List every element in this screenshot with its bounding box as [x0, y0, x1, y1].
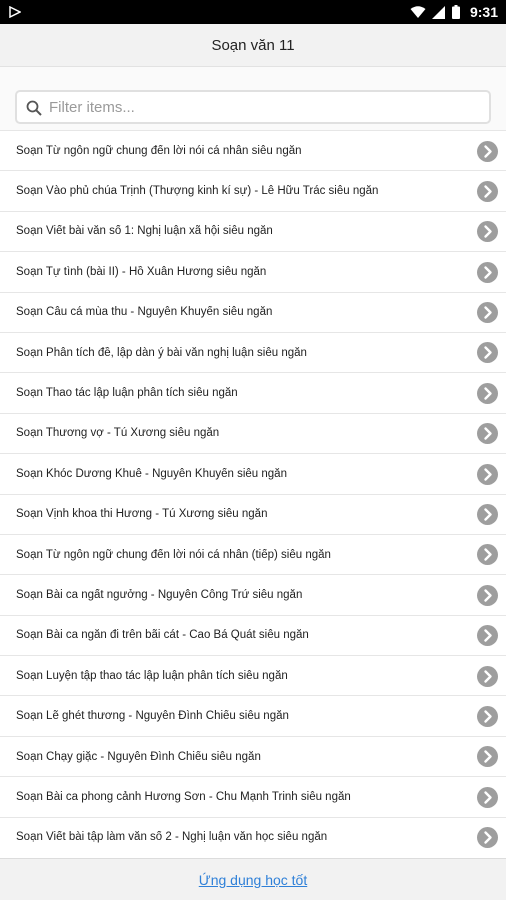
- list-item-label: Soạn Chạy giặc - Nguyễn Đình Chiểu siêu …: [16, 750, 261, 763]
- status-bar: 9:31: [0, 0, 506, 24]
- list-item[interactable]: Soạn Bài ca ngất ngưởng - Nguyễn Công Tr…: [0, 574, 506, 614]
- chevron-right-icon[interactable]: [477, 463, 498, 485]
- chevron-right-icon[interactable]: [477, 382, 498, 404]
- search-input[interactable]: [49, 92, 479, 122]
- list-item-label: Soạn Viết bài văn số 1: Nghị luận xã hội…: [16, 225, 273, 238]
- chevron-right-icon[interactable]: [477, 302, 498, 324]
- chevron-right-icon[interactable]: [477, 261, 498, 283]
- chevron-right-icon[interactable]: [477, 665, 498, 687]
- list-item-label: Soạn Bài ca ngất ngưởng - Nguyễn Công Tr…: [16, 588, 303, 601]
- play-store-icon: [9, 6, 21, 18]
- list-item[interactable]: Soạn Câu cá mùa thu - Nguyễn Khuyến siêu…: [0, 291, 506, 332]
- list-item[interactable]: Soạn Vào phủ chúa Trịnh (Thượng kinh kí …: [0, 170, 506, 210]
- list-item[interactable]: Soạn Viết bài văn số 1: Nghị luận xã hội…: [0, 210, 506, 251]
- search-area: [0, 66, 506, 130]
- list-item-label: Soạn Câu cá mùa thu - Nguyễn Khuyến siêu…: [16, 306, 273, 319]
- chevron-right-icon[interactable]: [477, 827, 498, 849]
- list-item[interactable]: Soạn Từ ngôn ngữ chung đến lời nói cá nh…: [0, 130, 506, 170]
- list-item-label: Soạn Từ ngôn ngữ chung đến lời nói cá nh…: [16, 548, 331, 561]
- footer: Ứng dụng học tốt: [0, 858, 506, 900]
- list-item[interactable]: Soạn Thao tác lập luận phân tích siêu ng…: [0, 372, 506, 412]
- list-item-label: Soạn Tự tình (bài II) - Hồ Xuân Hương si…: [16, 265, 267, 278]
- footer-link[interactable]: Ứng dụng học tốt: [199, 872, 307, 888]
- wifi-icon: [410, 5, 426, 18]
- chevron-right-icon[interactable]: [477, 221, 498, 243]
- list-item[interactable]: Soạn Từ ngôn ngữ chung đến lời nói cá nh…: [0, 533, 506, 574]
- list-item-label: Soạn Phân tích đề, lập dàn ý bài văn ngh…: [16, 346, 307, 359]
- chevron-right-icon[interactable]: [477, 705, 498, 727]
- app-header: Soạn văn 11: [0, 24, 506, 66]
- list-item[interactable]: Soạn Luyện tập thao tác lập luận phân tí…: [0, 655, 506, 695]
- list-item-label: Soạn Bài ca phong cảnh Hương Sơn - Chu M…: [16, 790, 351, 803]
- chevron-right-icon[interactable]: [477, 786, 498, 808]
- list-item-label: Soạn Bài ca ngắn đi trên bãi cát - Cao B…: [16, 629, 309, 642]
- list-item[interactable]: Soạn Bài ca ngắn đi trên bãi cát - Cao B…: [0, 614, 506, 655]
- search-icon: [26, 100, 42, 116]
- list-item-label: Soạn Thương vợ - Tú Xương siêu ngắn: [16, 427, 220, 440]
- chevron-right-icon[interactable]: [477, 544, 498, 566]
- chevron-right-icon[interactable]: [477, 180, 498, 202]
- chevron-right-icon[interactable]: [477, 584, 498, 606]
- list-item[interactable]: Soạn Bài ca phong cảnh Hương Sơn - Chu M…: [0, 776, 506, 816]
- chevron-right-icon[interactable]: [477, 423, 498, 445]
- search-box[interactable]: [15, 90, 491, 124]
- item-list: Soạn Từ ngôn ngữ chung đến lời nói cá nh…: [0, 130, 506, 858]
- list-item-label: Soạn Vịnh khoa thi Hương - Tú Xương siêu…: [16, 508, 268, 521]
- list-item-label: Soạn Khóc Dương Khuê - Nguyễn Khuyến siê…: [16, 467, 287, 480]
- list-item[interactable]: Soạn Viết bài tập làm văn số 2 - Nghị lu…: [0, 816, 506, 857]
- list-item-label: Soạn Viết bài tập làm văn số 2 - Nghị lu…: [16, 831, 328, 844]
- status-time: 9:31: [469, 4, 498, 20]
- list-item[interactable]: Soạn Vịnh khoa thi Hương - Tú Xương siêu…: [0, 493, 506, 534]
- list-item[interactable]: Soạn Chạy giặc - Nguyễn Đình Chiểu siêu …: [0, 735, 506, 776]
- chevron-right-icon[interactable]: [477, 504, 498, 526]
- chevron-right-icon[interactable]: [477, 140, 498, 162]
- list-item-label: Soạn Lẽ ghét thương - Nguyễn Đình Chiểu …: [16, 710, 289, 723]
- list-item[interactable]: Soạn Phân tích đề, lập dàn ý bài văn ngh…: [0, 331, 506, 372]
- signal-icon: [431, 5, 445, 19]
- list-item-label: Soạn Thao tác lập luận phân tích siêu ng…: [16, 387, 238, 400]
- list-item[interactable]: Soạn Lẽ ghét thương - Nguyễn Đình Chiểu …: [0, 695, 506, 735]
- list-item[interactable]: Soạn Tự tình (bài II) - Hồ Xuân Hương si…: [0, 251, 506, 291]
- chevron-right-icon[interactable]: [477, 625, 498, 647]
- list-item-label: Soạn Từ ngôn ngữ chung đến lời nói cá nh…: [16, 144, 302, 157]
- battery-icon: [451, 5, 460, 19]
- chevron-right-icon[interactable]: [477, 746, 498, 768]
- page-title: Soạn văn 11: [211, 36, 295, 54]
- list-item-label: Soạn Vào phủ chúa Trịnh (Thượng kinh kí …: [16, 185, 379, 198]
- chevron-right-icon[interactable]: [477, 342, 498, 364]
- list-item-label: Soạn Luyện tập thao tác lập luận phân tí…: [16, 669, 288, 682]
- list-item[interactable]: Soạn Thương vợ - Tú Xương siêu ngắn: [0, 412, 506, 453]
- list-item[interactable]: Soạn Khóc Dương Khuê - Nguyễn Khuyến siê…: [0, 453, 506, 493]
